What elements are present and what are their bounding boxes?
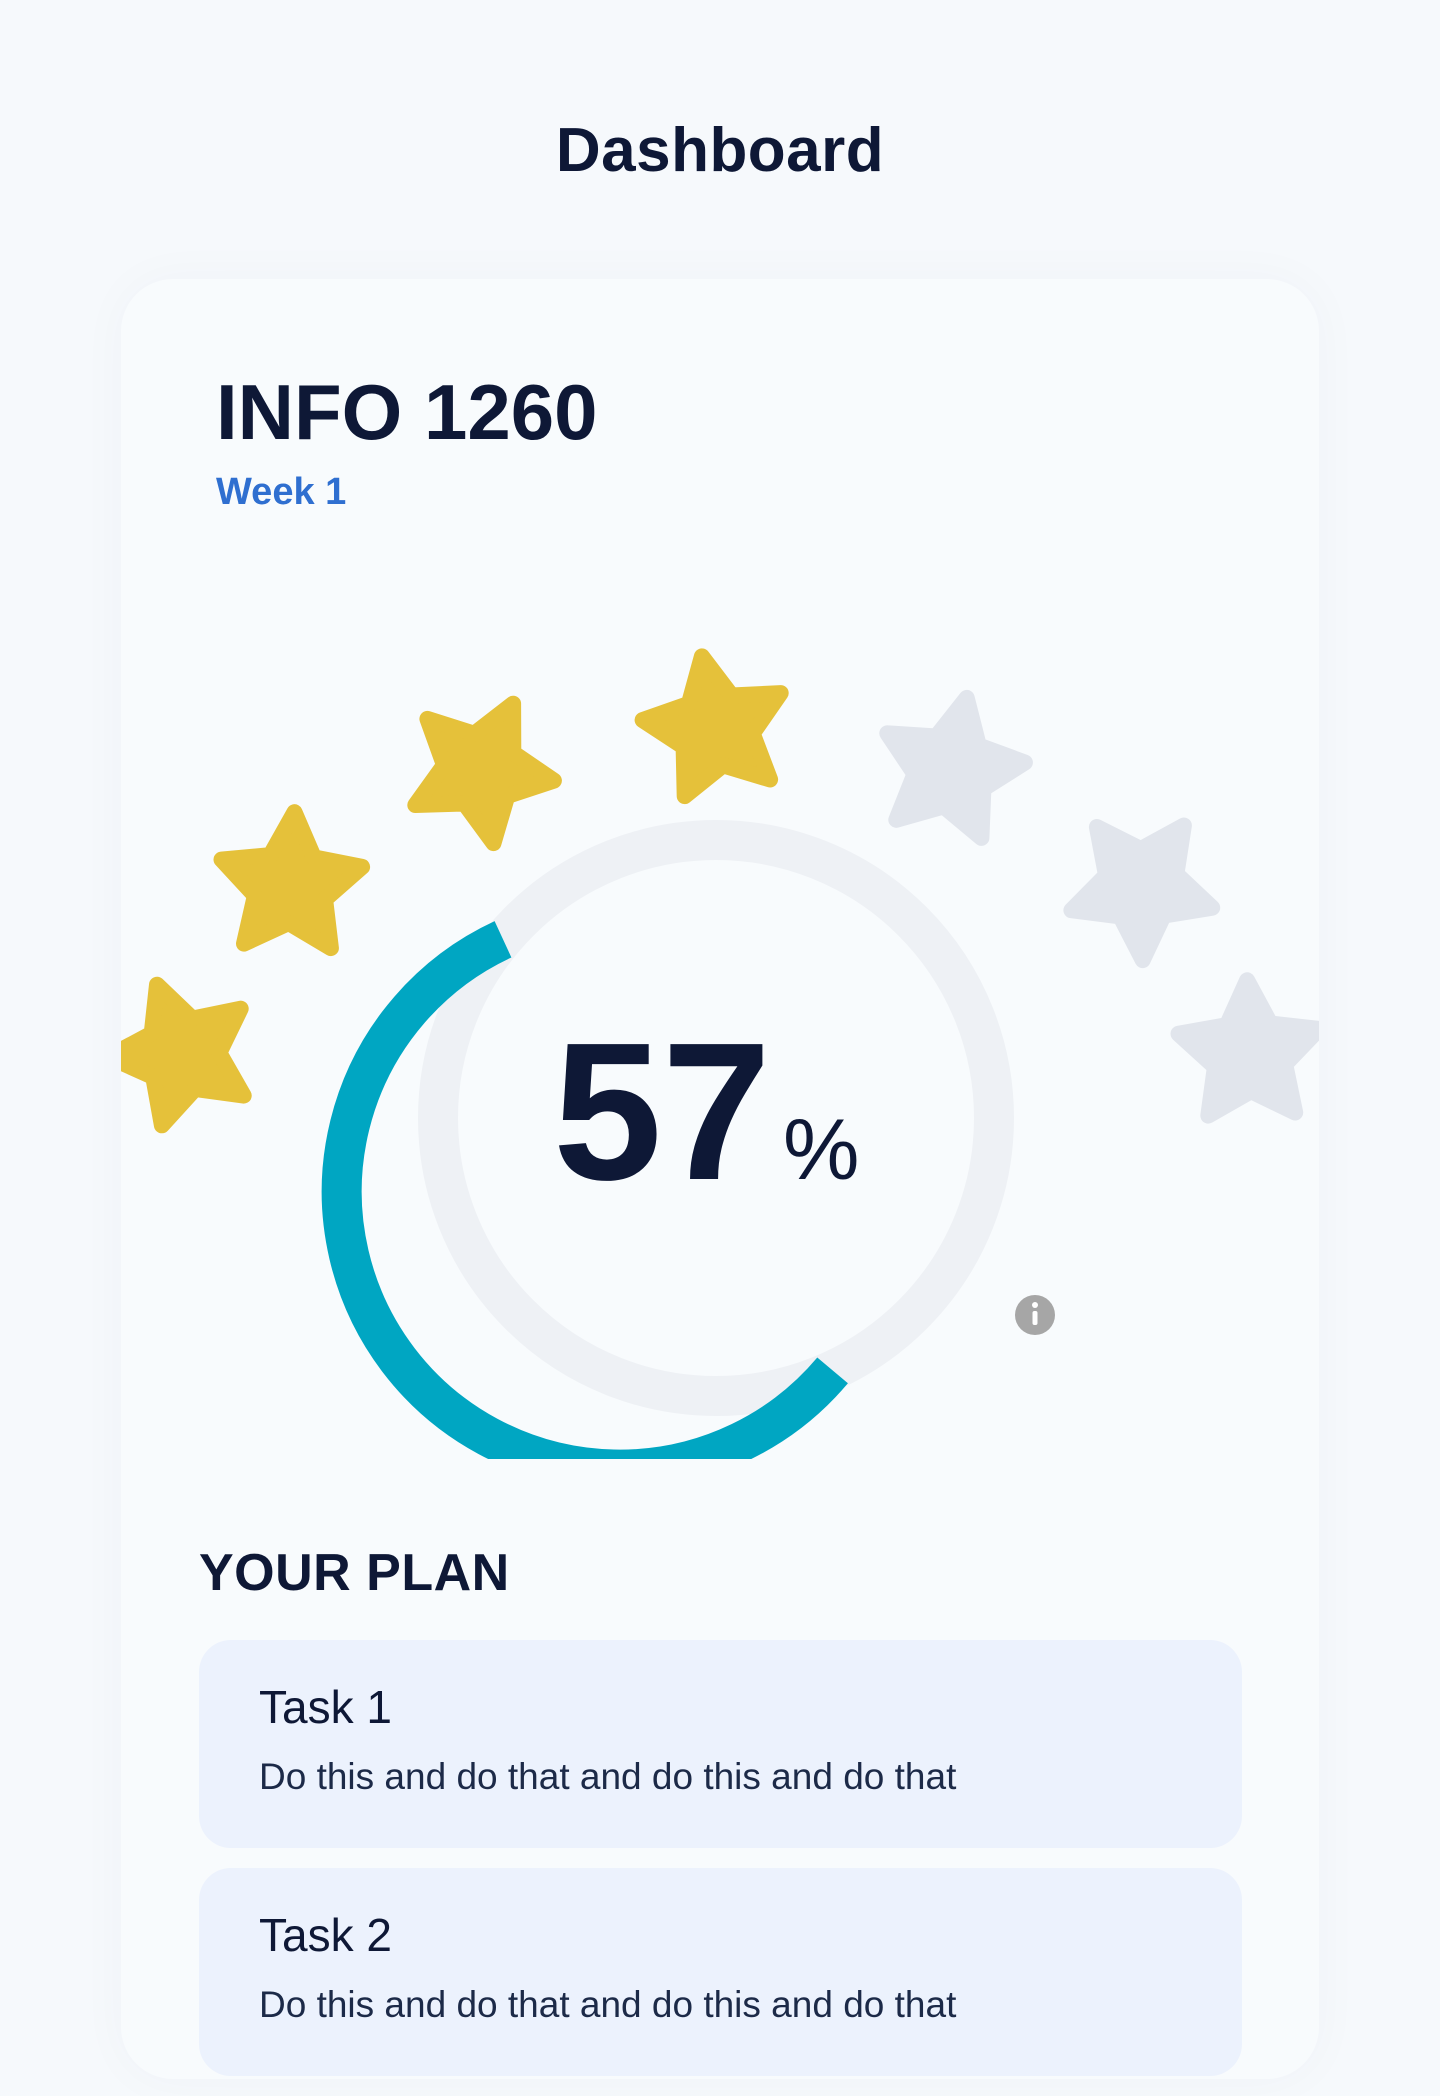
task-card[interactable]: Task 1 Do this and do that and do this a…	[199, 1640, 1242, 1848]
task-list: Task 1 Do this and do that and do this a…	[199, 1640, 1242, 2096]
task-description: Do this and do that and do this and do t…	[259, 1756, 957, 1797]
task-card[interactable]: Task 2 Do this and do that and do this a…	[199, 1868, 1242, 2076]
star-icon	[121, 976, 252, 1134]
progress-percent-value: 57	[553, 1002, 771, 1221]
star-icon	[879, 689, 1033, 846]
progress-percent-unit: %	[783, 1102, 859, 1198]
star-icon	[1063, 817, 1221, 969]
star-icon	[1170, 972, 1319, 1124]
progress-widget: 57 %	[121, 648, 1319, 1459]
star-icon	[634, 648, 789, 805]
task-title: Task 1	[259, 1681, 392, 1733]
star-icon	[213, 804, 371, 957]
course-card: INFO 1260 Week 1 57 % YOUR PLAN Task 1 D…	[121, 279, 1319, 2079]
page-title: Dashboard	[555, 116, 885, 185]
plan-heading: YOUR PLAN	[199, 1544, 510, 1602]
star-icon	[407, 695, 562, 852]
info-icon[interactable]	[1015, 1295, 1055, 1335]
task-title: Task 2	[259, 1909, 392, 1961]
